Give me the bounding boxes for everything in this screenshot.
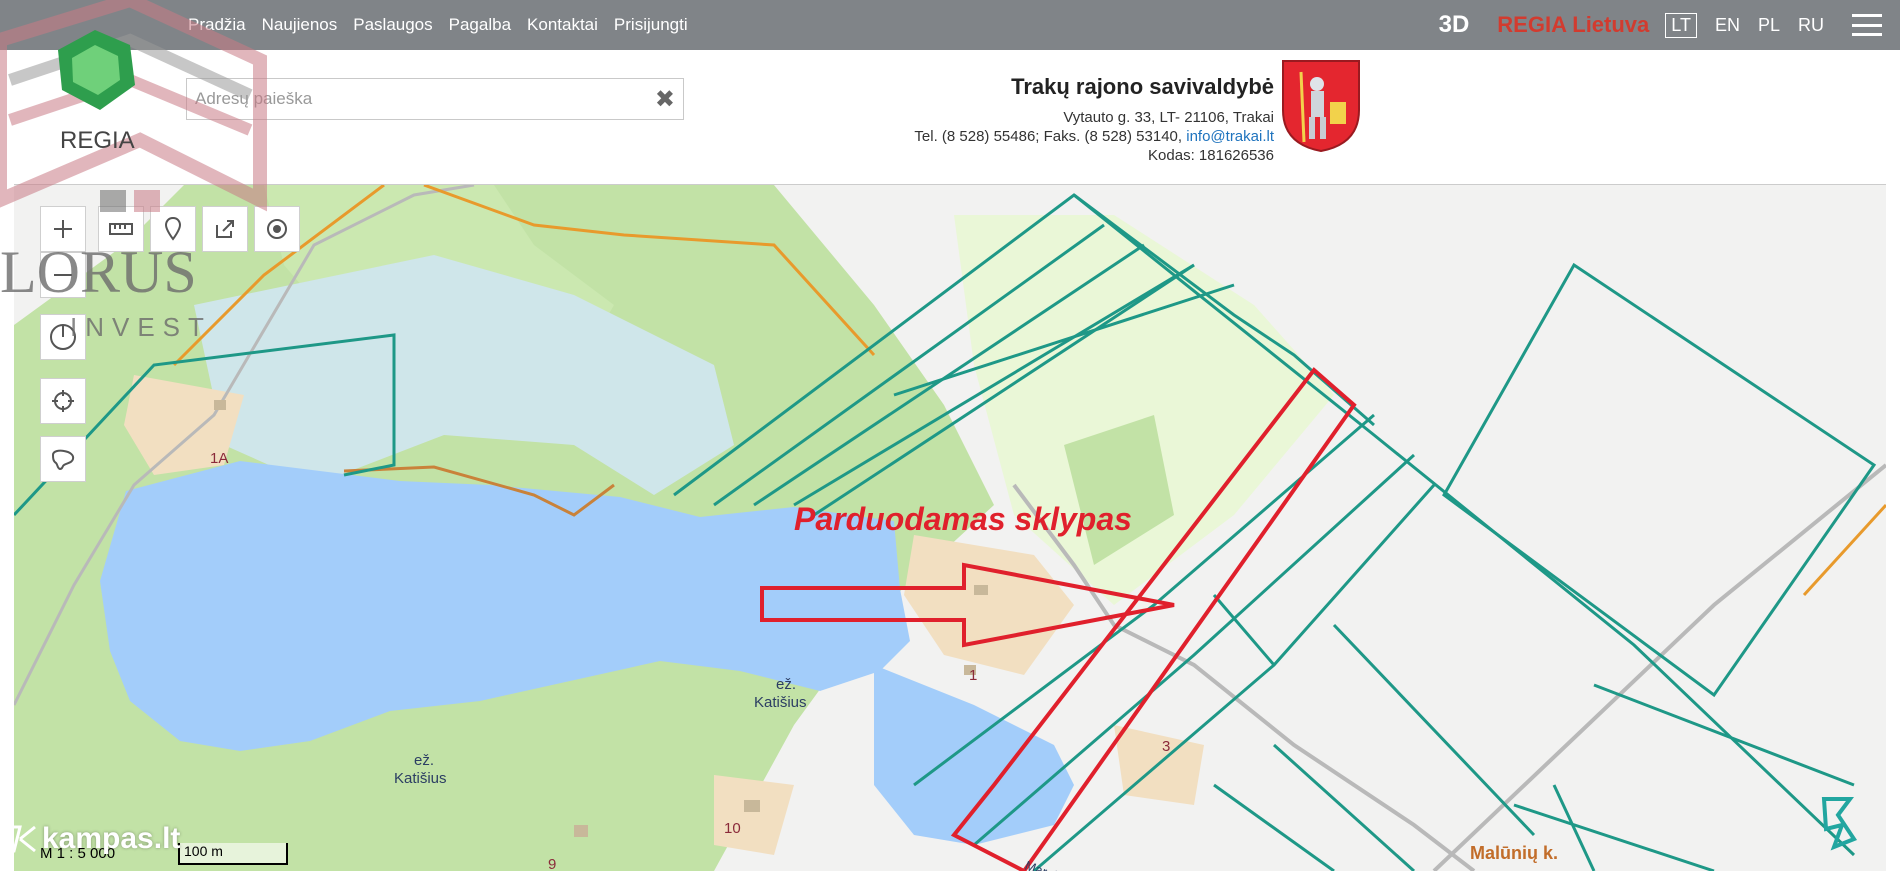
- annotation-label: Parduodamas sklypas: [794, 501, 1132, 537]
- lasso-icon: [51, 449, 75, 471]
- plot-number: 1A: [210, 450, 228, 467]
- lake-label: ež.: [776, 676, 796, 693]
- municipality-name: Trakų rajono savivaldybė: [1011, 74, 1274, 99]
- nav-item-prisijungti[interactable]: Prisijungti: [614, 15, 688, 35]
- lake-label: ež.: [414, 752, 434, 769]
- kampas-watermark-text: kampas.lt: [42, 822, 181, 855]
- municipality-info: Trakų rajono savivaldybė Vytauto g. 33, …: [914, 74, 1274, 165]
- nav-item-pagalba[interactable]: Pagalba: [449, 15, 511, 35]
- village-label: Malūnių k.: [1470, 843, 1558, 863]
- plot-number: 9: [548, 856, 556, 871]
- lang-lt[interactable]: LT: [1665, 12, 1697, 38]
- nav-item-paslaugos[interactable]: Paslaugos: [353, 15, 432, 35]
- lang-pl[interactable]: PL: [1758, 15, 1780, 36]
- menu-icon[interactable]: [1852, 14, 1882, 36]
- gps-button[interactable]: [40, 378, 86, 424]
- company-logo: REGIA LORUS INVEST: [0, 0, 270, 342]
- crosshair-icon: [52, 390, 74, 412]
- lorus-logo-icon: REGIA LORUS INVEST: [0, 0, 267, 342]
- invest-logo-text: INVEST: [70, 312, 212, 340]
- building-icon: [214, 400, 226, 410]
- building-icon: [974, 585, 988, 595]
- scale-bar: 100 m: [178, 843, 288, 865]
- clear-search-icon[interactable]: ✖: [655, 85, 675, 114]
- 3d-button[interactable]: 3D: [1439, 11, 1470, 39]
- plot-number: 10: [724, 820, 741, 837]
- map-svg: Parduodamas sklypas ež. Katišius ež. Kat…: [14, 185, 1886, 871]
- nav-item-naujienos[interactable]: Naujienos: [262, 15, 338, 35]
- lorus-logo-text: LORUS: [0, 239, 197, 305]
- top-bar: Pradžia Naujienos Paslaugos Pagalba Kont…: [0, 0, 1900, 50]
- regia-logo-text: REGIA: [60, 127, 135, 154]
- coat-of-arms-icon: [1282, 60, 1360, 153]
- plot-number: 3: [1162, 738, 1170, 755]
- plot-number: 1: [969, 667, 977, 684]
- municipality-phone: Tel. (8 528) 55486; Faks. (8 528) 53140,: [914, 128, 1187, 145]
- lang-en[interactable]: EN: [1715, 15, 1740, 36]
- map-canvas[interactable]: Parduodamas sklypas ež. Katišius ež. Kat…: [14, 184, 1886, 871]
- municipality-address: Vytauto g. 33, LT- 21106, Trakai: [1063, 109, 1274, 126]
- kampas-logo-icon: [9, 825, 36, 853]
- municipality-email-link[interactable]: info@trakai.lt: [1186, 128, 1274, 145]
- municipality-contacts: Tel. (8 528) 55486; Faks. (8 528) 53140,…: [914, 127, 1274, 146]
- municipality-code: Kodas: 181626536: [1148, 147, 1274, 164]
- lake-name: Katišius: [394, 770, 447, 787]
- lang-ru[interactable]: RU: [1798, 15, 1824, 36]
- draw-area-button[interactable]: [40, 436, 86, 482]
- regia-lietuva-link[interactable]: REGIA Lietuva: [1497, 12, 1649, 38]
- lake-name: Katišius: [754, 694, 807, 711]
- building-icon: [744, 800, 760, 812]
- building-icon: [574, 825, 588, 837]
- regia-corner-icon: [1821, 797, 1858, 851]
- topbar-right: 3D REGIA Lietuva LT EN PL RU: [1439, 0, 1900, 50]
- nav-item-kontaktai[interactable]: Kontaktai: [527, 15, 598, 35]
- kampas-watermark: kampas.lt: [8, 822, 180, 856]
